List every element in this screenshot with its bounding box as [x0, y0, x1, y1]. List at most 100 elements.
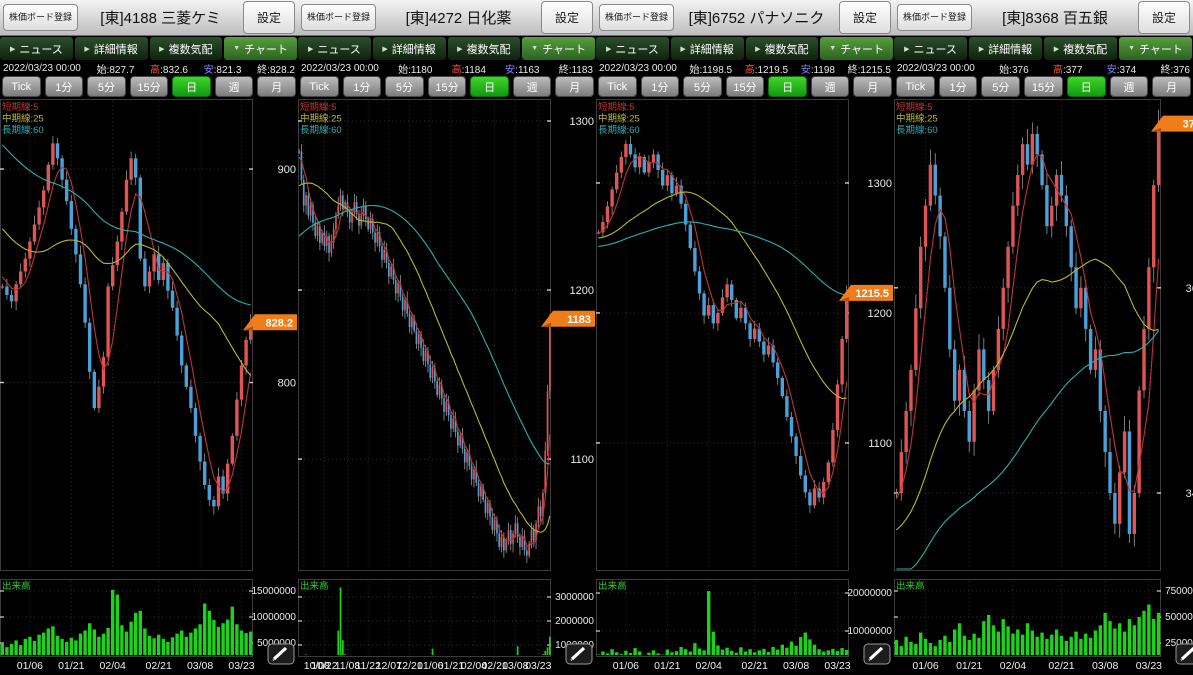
ma-legend-label: 中期線:25	[598, 113, 640, 125]
draw-tool-button[interactable]	[268, 644, 294, 664]
tab-詳細情報[interactable]: ▶詳細情報	[373, 37, 446, 60]
settings-button[interactable]: 設定	[243, 1, 295, 34]
tab-チャート[interactable]: ▼チャート	[820, 37, 893, 60]
x-axis-label: 01/06	[613, 660, 639, 672]
timeframe-button-週[interactable]: 週	[811, 76, 850, 97]
price-volume-chart[interactable]: 01/0601/2102/0402/2103/0803/233603407500…	[894, 99, 1193, 675]
register-board-button[interactable]: 株価ボード登録	[301, 4, 376, 31]
timeframe-button-日[interactable]: 日	[172, 76, 211, 97]
timeframe-button-Tick[interactable]: Tick	[896, 76, 935, 97]
settings-button[interactable]: 設定	[1138, 1, 1190, 34]
price-volume-chart[interactable]: 10/0810/2211/0811/2212/0712/2101/0601/21…	[298, 99, 596, 675]
timeframe-button-1分[interactable]: 1分	[45, 76, 84, 97]
x-axis-label: 02/04	[100, 660, 126, 672]
low-value: 安:821.3	[204, 61, 242, 76]
chevron-right-icon: ▶	[457, 45, 462, 53]
tab-チャート[interactable]: ▼チャート	[522, 37, 595, 60]
stock-panel-2: 株価ボード登録 [東]4272 日化薬 設定 ▶ニュース▶詳細情報▶複数気配▼チ…	[298, 0, 596, 675]
timeframe-button-1分[interactable]: 1分	[939, 76, 978, 97]
register-board-button[interactable]: 株価ボード登録	[3, 4, 78, 31]
price-axis-label: 1100	[868, 438, 892, 450]
timeframe-button-1分[interactable]: 1分	[641, 76, 680, 97]
tab-複数気配[interactable]: ▶複数気配	[448, 37, 521, 60]
volume-axis-label: 7500000	[1165, 586, 1193, 597]
tab-ニュース[interactable]: ▶ニュース	[894, 37, 967, 60]
timeframe-button-日[interactable]: 日	[1067, 76, 1106, 97]
timeframe-button-日[interactable]: 日	[768, 76, 807, 97]
tab-ニュース[interactable]: ▶ニュース	[596, 37, 669, 60]
volume-axis-label: 15000000	[252, 586, 297, 597]
timeframe-button-月[interactable]: 月	[1152, 76, 1191, 97]
timeframe-button-週[interactable]: 週	[215, 76, 254, 97]
x-axis-label: 03/08	[187, 660, 213, 672]
timeframe-button-月[interactable]: 月	[853, 76, 892, 97]
ohlc-info-bar: 2022/03/23 00:00 始:1198.5 高:1219.5 安:119…	[596, 62, 894, 75]
timeframe-button-5分[interactable]: 5分	[385, 76, 424, 97]
x-axis-label: 01/21	[956, 660, 982, 672]
timeframe-button-Tick[interactable]: Tick	[2, 76, 41, 97]
settings-button[interactable]: 設定	[541, 1, 593, 34]
timeframe-button-週[interactable]: 週	[513, 76, 552, 97]
price-axis-label: 1200	[570, 285, 594, 297]
tab-詳細情報[interactable]: ▶詳細情報	[969, 37, 1042, 60]
timeframe-bar: Tick1分5分15分日週月	[894, 75, 1193, 99]
register-board-button[interactable]: 株価ボード登録	[897, 4, 972, 31]
timeframe-button-15分[interactable]: 15分	[428, 76, 467, 97]
ma-legend-label: 短期線:5	[896, 101, 932, 113]
draw-tool-button[interactable]	[864, 644, 890, 664]
volume-title: 出来高	[896, 580, 925, 592]
tab-bar: ▶ニュース▶詳細情報▶複数気配▼チャート	[596, 36, 894, 62]
chevron-right-icon: ▶	[904, 45, 909, 53]
draw-tool-button[interactable]	[1176, 644, 1193, 664]
timeframe-button-月[interactable]: 月	[257, 76, 296, 97]
price-volume-chart[interactable]: 01/0601/2102/0402/2103/0803/239008001500…	[0, 99, 298, 675]
x-axis-label: 03/08	[1092, 660, 1118, 672]
timeframe-button-週[interactable]: 週	[1110, 76, 1149, 97]
tab-詳細情報[interactable]: ▶詳細情報	[75, 37, 148, 60]
tab-label: ニュース	[615, 41, 658, 57]
close-value: 終:1215.5	[848, 61, 891, 76]
current-price-tag: 828.2	[243, 314, 297, 330]
volume-bars	[305, 587, 551, 655]
volume-axis-label: 20000000	[848, 588, 893, 599]
volume-axis-label: 10000000	[848, 626, 893, 637]
timeframe-button-5分[interactable]: 5分	[683, 76, 722, 97]
moving-average-line	[2, 229, 250, 376]
tab-複数気配[interactable]: ▶複数気配	[746, 37, 819, 60]
price-axis-label: 1100	[570, 454, 594, 466]
x-axis-label: 02/04	[1000, 660, 1026, 672]
timeframe-button-15分[interactable]: 15分	[726, 76, 765, 97]
ma-legend-label: 長期線:60	[300, 124, 342, 136]
settings-button[interactable]: 設定	[839, 1, 891, 34]
tab-詳細情報[interactable]: ▶詳細情報	[671, 37, 744, 60]
tab-チャート[interactable]: ▼チャート	[224, 37, 297, 60]
tab-ニュース[interactable]: ▶ニュース	[298, 37, 371, 60]
timeframe-button-15分[interactable]: 15分	[130, 76, 169, 97]
tab-ニュース[interactable]: ▶ニュース	[0, 37, 73, 60]
x-axis-label: 02/21	[742, 660, 768, 672]
timeframe-button-月[interactable]: 月	[555, 76, 594, 97]
moving-average-line	[299, 206, 550, 464]
current-price-tag: 376	[1151, 116, 1193, 132]
timeframe-button-5分[interactable]: 5分	[87, 76, 126, 97]
price-volume-chart[interactable]: 01/0601/2102/0402/2103/0803/231300120011…	[596, 99, 894, 675]
tab-label: 複数気配	[1063, 41, 1107, 57]
draw-tool-button[interactable]	[566, 644, 592, 664]
chart-datetime: 2022/03/23 00:00	[897, 63, 975, 74]
x-axis-label: 02/21	[1048, 660, 1074, 672]
tab-複数気配[interactable]: ▶複数気配	[1044, 37, 1117, 60]
timeframe-bar: Tick1分5分15分日週月	[596, 75, 894, 99]
register-board-button[interactable]: 株価ボード登録	[599, 4, 674, 31]
timeframe-button-日[interactable]: 日	[470, 76, 509, 97]
timeframe-button-Tick[interactable]: Tick	[300, 76, 339, 97]
timeframe-button-1分[interactable]: 1分	[343, 76, 382, 97]
ma-legend-label: 短期線:5	[2, 101, 38, 113]
timeframe-button-5分[interactable]: 5分	[981, 76, 1020, 97]
timeframe-button-15分[interactable]: 15分	[1024, 76, 1063, 97]
tab-チャート[interactable]: ▼チャート	[1119, 37, 1192, 60]
timeframe-button-Tick[interactable]: Tick	[598, 76, 637, 97]
stock-panel-4: 株価ボード登録 [東]8368 百五銀 設定 ▶ニュース▶詳細情報▶複数気配▼チ…	[894, 0, 1193, 675]
tab-label: 詳細情報	[690, 41, 734, 57]
tab-複数気配[interactable]: ▶複数気配	[150, 37, 223, 60]
ma-legend-label: 短期線:5	[300, 101, 336, 113]
